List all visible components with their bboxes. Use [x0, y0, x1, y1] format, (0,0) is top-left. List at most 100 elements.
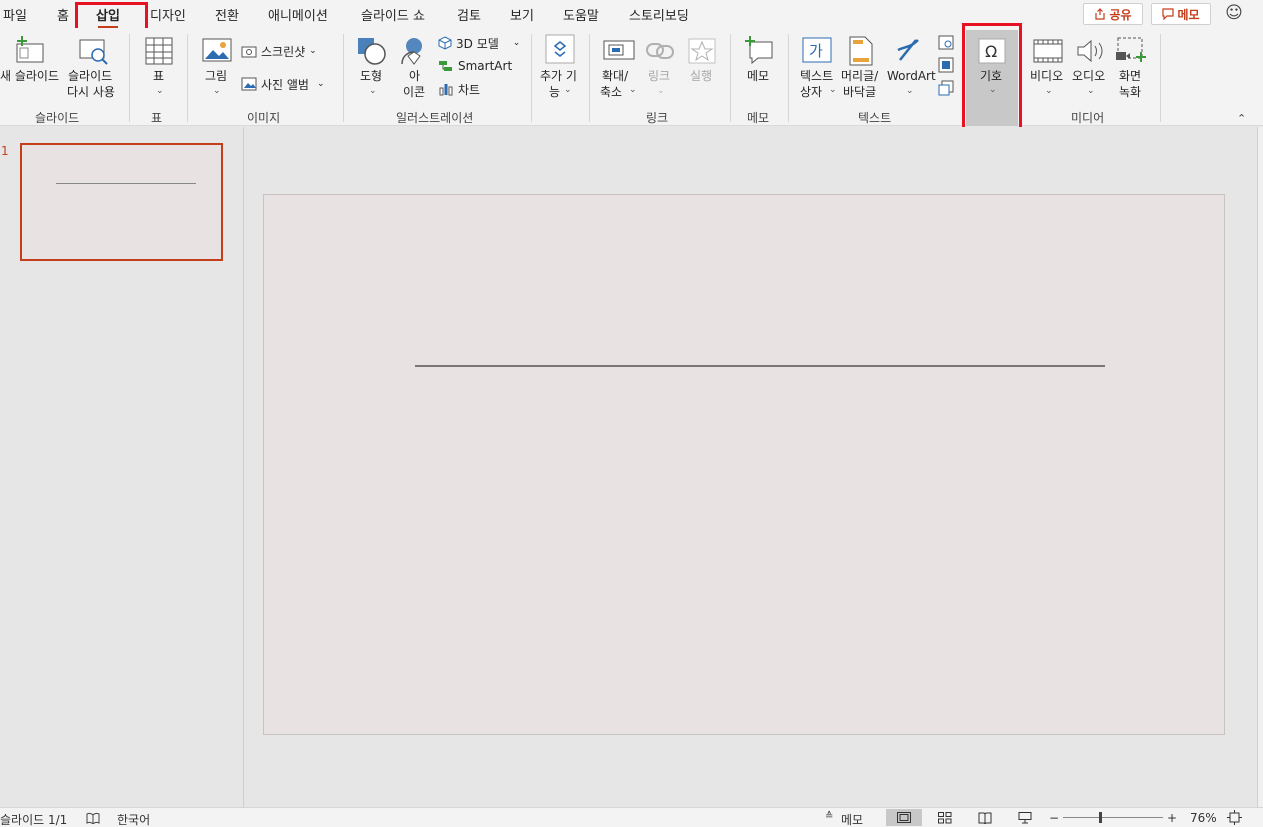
object-icon[interactable]: [938, 80, 954, 96]
slide-title-line[interactable]: [415, 365, 1105, 367]
tab-slideshow[interactable]: 슬라이드 쇼: [361, 5, 425, 24]
share-label: 공유: [1109, 7, 1132, 22]
notes-icon[interactable]: ≙: [825, 811, 833, 822]
chevron-down-icon: ⌄: [989, 85, 997, 95]
chevron-down-icon[interactable]: ⌄: [564, 85, 572, 95]
icons-label-1[interactable]: 아: [409, 68, 420, 84]
accessibility-book-icon[interactable]: [86, 812, 100, 824]
chevron-down-icon[interactable]: ⌄: [156, 86, 164, 96]
icons-label-2[interactable]: 이콘: [403, 84, 425, 100]
add-ins-label-1[interactable]: 추가 기: [540, 68, 577, 84]
slide-canvas[interactable]: [263, 194, 1225, 735]
chevron-down-icon[interactable]: ⌄: [213, 86, 221, 96]
smartart-icon: [439, 61, 452, 71]
screen-recording-label-1[interactable]: 화면: [1119, 68, 1141, 84]
share-button[interactable]: 공유: [1083, 3, 1143, 25]
tab-file[interactable]: 파일: [3, 5, 27, 24]
separator: [129, 34, 130, 122]
chevron-down-icon[interactable]: ⌄: [1045, 86, 1053, 96]
normal-view-button[interactable]: [886, 809, 922, 826]
tab-help[interactable]: 도움말: [563, 5, 599, 24]
photo-album-label: 사진 앨범: [261, 77, 309, 92]
tab-transitions[interactable]: 전환: [215, 5, 239, 24]
comments-button[interactable]: 메모: [1151, 3, 1211, 25]
reuse-slides-label-1[interactable]: 슬라이드: [68, 68, 112, 84]
slideshow-view-icon[interactable]: [1018, 812, 1032, 824]
tab-home[interactable]: 홈: [57, 5, 69, 24]
reuse-slides-label-2[interactable]: 다시 사용: [67, 84, 115, 100]
zoom-label-1[interactable]: 확대/: [602, 68, 628, 84]
collapse-ribbon-icon[interactable]: ⌃: [1237, 112, 1246, 125]
chevron-down-icon: ⌄: [309, 46, 317, 56]
header-footer-label-1[interactable]: 머리글/: [841, 68, 878, 84]
new-slide-icon: [16, 36, 44, 63]
slide-thumbnail[interactable]: [20, 143, 223, 261]
tab-view[interactable]: 보기: [510, 5, 534, 24]
new-slide-label[interactable]: 새 슬라이드: [0, 68, 59, 84]
screenshot-button[interactable]: 스크린샷 ⌄: [241, 41, 317, 61]
chevron-down-icon[interactable]: ⌄: [1087, 86, 1095, 96]
shapes-label[interactable]: 도형: [360, 68, 382, 84]
svg-text:Ω: Ω: [985, 42, 997, 61]
notes-label[interactable]: 메모: [841, 811, 863, 827]
reading-view-icon[interactable]: [978, 812, 992, 824]
vertical-scrollbar[interactable]: [1257, 127, 1263, 807]
zoom-in-button[interactable]: +: [1167, 811, 1177, 825]
header-footer-label-2[interactable]: 바닥글: [843, 84, 876, 100]
group-label-illustrations: 일러스트레이션: [396, 111, 474, 125]
smartart-button[interactable]: SmartArt: [438, 56, 512, 76]
screen-recording-label-2[interactable]: 녹화: [1119, 84, 1141, 100]
text-box-label-1[interactable]: 텍스트: [800, 68, 833, 84]
tab-storyboarding[interactable]: 스토리보딩: [629, 5, 689, 24]
chevron-down-icon[interactable]: ⌄: [369, 86, 377, 96]
symbols-button[interactable]: Ω 기호 ⌄: [966, 30, 1018, 126]
zoom-slider-thumb[interactable]: [1099, 812, 1102, 823]
zoom-out-button[interactable]: −: [1049, 811, 1059, 825]
action-icon: [688, 38, 716, 64]
cube-icon: [438, 36, 452, 50]
tab-review[interactable]: 검토: [457, 5, 481, 24]
screenshot-icon: [241, 46, 257, 58]
tab-animations[interactable]: 애니메이션: [268, 5, 328, 24]
group-label-media: 미디어: [1071, 111, 1105, 125]
zoom-slider-track[interactable]: [1063, 817, 1163, 818]
slide-number-icon[interactable]: [938, 57, 954, 73]
chevron-down-icon[interactable]: ⌄: [906, 86, 914, 96]
video-label[interactable]: 비디오: [1030, 68, 1063, 84]
slide-sorter-icon[interactable]: [938, 812, 952, 824]
tab-design[interactable]: 디자인: [150, 5, 186, 24]
add-ins-label-2[interactable]: 능: [549, 84, 560, 100]
table-label[interactable]: 표: [153, 68, 164, 84]
tab-insert[interactable]: 삽입: [96, 5, 120, 28]
shapes-icon: [358, 38, 386, 65]
menu-bar: 파일 홈 삽입 디자인 전환 애니메이션 슬라이드 쇼 검토 보기 도움말 스토…: [0, 0, 1263, 28]
table-icon: [145, 37, 173, 65]
wordart-icon: [897, 39, 919, 61]
zoom-label-2[interactable]: 축소: [600, 84, 622, 100]
separator: [343, 34, 344, 122]
comment-label[interactable]: 메모: [747, 68, 769, 84]
photo-album-button[interactable]: 사진 앨범 ⌄: [241, 74, 325, 94]
group-label-comments: 메모: [747, 111, 770, 125]
reuse-slides-icon: [79, 39, 108, 65]
audio-icon: [1077, 39, 1103, 63]
video-icon: [1033, 39, 1063, 63]
separator: [531, 34, 532, 122]
chevron-down-icon[interactable]: ⌄: [629, 85, 637, 95]
text-box-label-2[interactable]: 상자: [800, 84, 822, 100]
group-label-links: 링크: [646, 111, 669, 125]
wordart-label[interactable]: WordArt: [887, 68, 936, 84]
audio-label[interactable]: 오디오: [1072, 68, 1105, 84]
language[interactable]: 한국어: [117, 811, 150, 827]
group-label-text: 텍스트: [858, 111, 892, 125]
date-time-icon[interactable]: [938, 34, 954, 50]
3d-models-button[interactable]: 3D 모델 ⌄: [438, 33, 520, 53]
chevron-down-icon[interactable]: ⌄: [829, 85, 837, 95]
group-label-tables: 표: [151, 111, 163, 125]
pictures-label[interactable]: 그림: [205, 68, 227, 84]
zoom-level[interactable]: 76%: [1190, 811, 1217, 825]
fit-to-window-icon[interactable]: [1227, 810, 1242, 825]
feedback-smiley-icon[interactable]: ☺: [1224, 3, 1244, 23]
chart-button[interactable]: 차트: [438, 79, 480, 99]
smartart-label: SmartArt: [458, 59, 513, 73]
